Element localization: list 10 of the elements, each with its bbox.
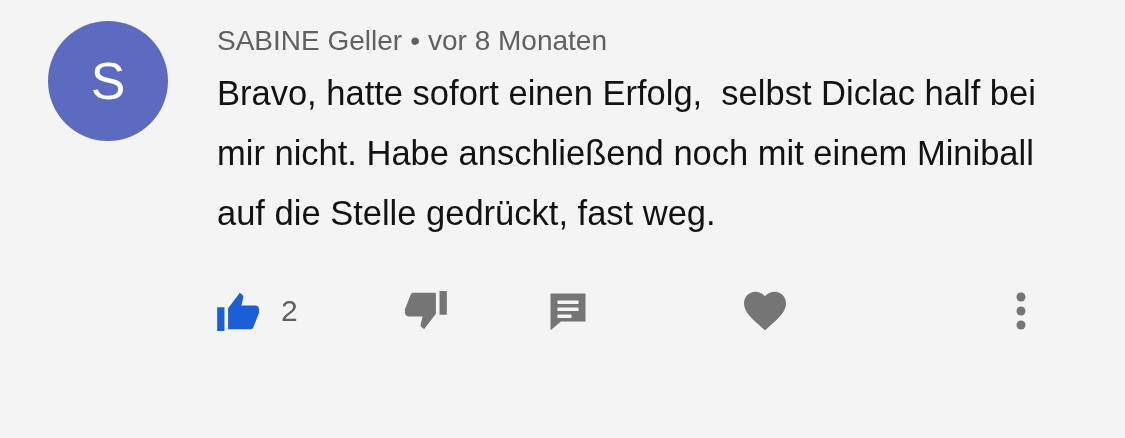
- separator: •: [410, 24, 420, 58]
- thumbs-up-icon[interactable]: [217, 291, 261, 331]
- avatar[interactable]: S: [48, 21, 168, 141]
- like-count: 2: [281, 294, 298, 328]
- thumbs-down-icon[interactable]: [402, 291, 447, 331]
- more-icon[interactable]: [1015, 291, 1027, 331]
- heart-icon[interactable]: [743, 291, 786, 331]
- comment-text: Bravo, hatte sofort einen Erfolg, selbst Diclac half bei mir nicht. Habe anschließend noch mit einem Miniball auf die Stelle gedrückt, fast weg.: [217, 73, 1037, 234]
- author-name[interactable]: SABINE Geller: [217, 21, 403, 61]
- timestamp: vor 8 Monaten: [428, 24, 607, 58]
